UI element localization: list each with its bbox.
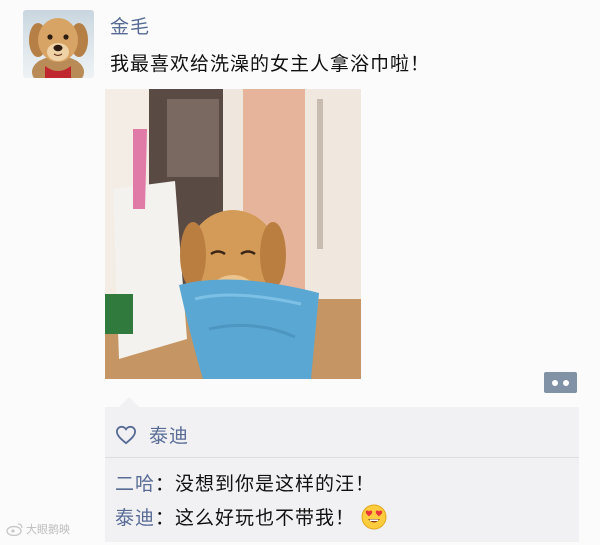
post-text: 我最喜欢给洗澡的女主人拿浴巾啦！: [110, 53, 431, 75]
user-avatar[interactable]: [23, 10, 94, 78]
watermark-text: 大眼鹅映: [26, 523, 70, 536]
comment-item[interactable]: 二哈 ： 没想到你是这样的汪！: [115, 469, 375, 496]
comment-text: 没想到你是这样的汪！: [175, 473, 376, 495]
likes-row: 泰迪: [115, 421, 189, 448]
comment-author[interactable]: 二哈: [115, 469, 155, 496]
comment-item[interactable]: 泰迪 ： 这么好玩也不带我！: [115, 503, 387, 530]
more-dot-icon: [563, 379, 569, 386]
heart-outline-icon: [115, 425, 137, 444]
likes-and-comments-panel: 泰迪 二哈 ： 没想到你是这样的汪！ 泰迪 ： 这么好玩也不带我！: [105, 397, 579, 542]
dog-with-towel-photo: [105, 89, 361, 379]
post-photo[interactable]: [105, 89, 361, 379]
comment-text: 这么好玩也不带我！: [175, 507, 356, 529]
like-user-name[interactable]: 泰迪: [149, 421, 189, 448]
more-dot-icon: [552, 379, 558, 386]
comment-options-button[interactable]: [544, 372, 577, 393]
heart-eyes-emoji-icon: [361, 504, 387, 529]
likes-comments-divider: [105, 457, 579, 458]
weibo-logo-icon: [6, 523, 23, 536]
post-author-name[interactable]: 金毛: [110, 12, 150, 39]
golden-retriever-avatar-image: [29, 18, 88, 78]
comment-separator: ：: [155, 473, 176, 495]
comment-author[interactable]: 泰迪: [115, 503, 155, 530]
comment-separator: ：: [155, 507, 176, 529]
watermark: 大眼鹅映: [6, 521, 70, 537]
